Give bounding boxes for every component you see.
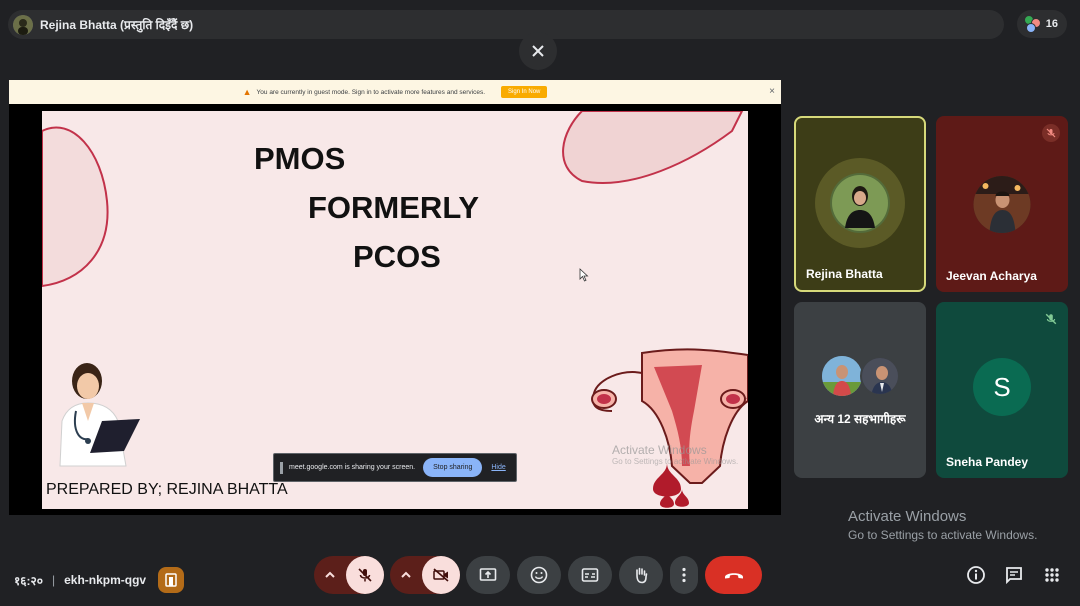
other-participant-avatar-2 (860, 356, 900, 396)
slide-activate-watermark-sub: Go to Settings to activate Windows. (612, 457, 739, 466)
sharing-text: meet.google.com is sharing your screen. (289, 464, 416, 471)
captions-button[interactable] (568, 556, 612, 594)
chat-button[interactable] (1002, 563, 1026, 587)
sign-in-button[interactable]: Sign In Now (501, 86, 548, 98)
mic-off-icon (358, 568, 372, 582)
info-icon (967, 566, 985, 584)
slide-activate-watermark: Activate Windows (612, 443, 707, 457)
participant-name: Jeevan Acharya (946, 269, 1037, 283)
camera-toggle-button[interactable] (422, 556, 460, 594)
participant-count: 16 (1045, 18, 1058, 30)
mic-toggle-button[interactable] (346, 556, 384, 594)
apps-grid-icon (1045, 568, 1059, 582)
muted-mic-icon (1042, 124, 1060, 142)
camera-options-chevron-icon[interactable] (390, 556, 422, 594)
mic-options-chevron-icon[interactable] (314, 556, 346, 594)
participant-avatars (1024, 15, 1042, 33)
guest-mode-banner: ▲ You are currently in guest mode. Sign … (9, 80, 781, 104)
more-vert-icon (682, 567, 686, 583)
camera-control-group (390, 556, 460, 594)
participant-tile-rejina[interactable]: Rejina Bhatta (794, 116, 926, 292)
warning-icon: ▲ (242, 87, 252, 97)
captions-icon (581, 568, 599, 582)
meeting-time: १६:२० (14, 573, 43, 588)
screen-sharing-bar: meet.google.com is sharing your screen. … (273, 453, 517, 482)
prepared-by-text: PREPARED BY; REJINA BHATTA (46, 481, 288, 498)
activate-windows-title: Activate Windows (848, 508, 967, 525)
participants-button[interactable]: 16 (1017, 10, 1067, 38)
participant-name: Rejina Bhatta (806, 267, 883, 281)
host-controls-icon[interactable] (158, 567, 185, 593)
mouse-cursor-icon (579, 268, 589, 282)
meeting-info: १६:२० | ekh-nkpm-qgv (14, 567, 185, 593)
avatar-initial: S (993, 371, 1011, 402)
raise-hand-button[interactable] (619, 556, 663, 594)
present-screen-icon (479, 568, 497, 581)
participant-tile-jeevan[interactable]: Jeevan Acharya (936, 116, 1068, 292)
shared-slide: PMOS FORMERLY PCOS PREPARED BY; REJINA B… (42, 111, 748, 509)
slide-title-line1: PMOS (254, 141, 346, 176)
slide-title-line2: FORMERLY (308, 190, 480, 225)
hide-sharing-bar-link[interactable]: Hide (491, 464, 505, 471)
hang-up-icon (724, 573, 743, 579)
presentation-stage: ▲ You are currently in guest mode. Sign … (9, 80, 781, 515)
more-options-button[interactable] (670, 556, 698, 594)
camera-off-icon (433, 568, 449, 582)
presenter-avatar (13, 14, 33, 35)
mic-control-group (314, 556, 384, 594)
activities-button[interactable] (1040, 563, 1064, 587)
meeting-details-button[interactable] (964, 563, 988, 587)
rejina-avatar-ring (815, 158, 905, 248)
others-count-label: अन्य 12 सहभागीहरू (814, 412, 906, 426)
presenter-title: Rejina Bhatta (प्रस्तुति दिइँदैं छ) (40, 18, 194, 32)
uterus-illustration (591, 348, 748, 508)
leave-call-button[interactable] (705, 556, 762, 594)
rejina-avatar (830, 173, 890, 233)
meeting-code: ekh-nkpm-qgv (64, 573, 147, 587)
participant-name: Sneha Pandey (946, 455, 1029, 469)
sharing-indicator-icon (280, 461, 283, 474)
present-button[interactable] (466, 556, 510, 594)
slide-title-line3: PCOS (353, 239, 441, 274)
other-participant-avatar-1 (822, 356, 862, 396)
meeting-separator: | (51, 573, 56, 587)
guest-mode-text: You are currently in guest mode. Sign in… (256, 88, 486, 96)
close-icon (532, 45, 544, 57)
chat-icon (1006, 567, 1022, 585)
muted-mic-icon (1042, 310, 1060, 328)
emoji-icon (530, 566, 548, 584)
banner-close-icon[interactable]: × (769, 86, 775, 97)
reactions-button[interactable] (517, 556, 561, 594)
activate-windows-sub: Go to Settings to activate Windows. (848, 528, 1038, 542)
participant-tile-sneha[interactable]: S Sneha Pandey (936, 302, 1068, 478)
doctor-illustration (59, 363, 140, 467)
sneha-avatar: S (973, 358, 1031, 416)
close-presentation-button[interactable] (519, 32, 557, 70)
jeevan-avatar (973, 176, 1031, 233)
raise-hand-icon (636, 567, 648, 584)
stop-sharing-button[interactable]: Stop sharing (423, 458, 483, 477)
others-tile[interactable]: अन्य 12 सहभागीहरू (794, 302, 926, 478)
presenter-bar[interactable]: Rejina Bhatta (प्रस्तुति दिइँदैं छ) (8, 10, 1004, 39)
